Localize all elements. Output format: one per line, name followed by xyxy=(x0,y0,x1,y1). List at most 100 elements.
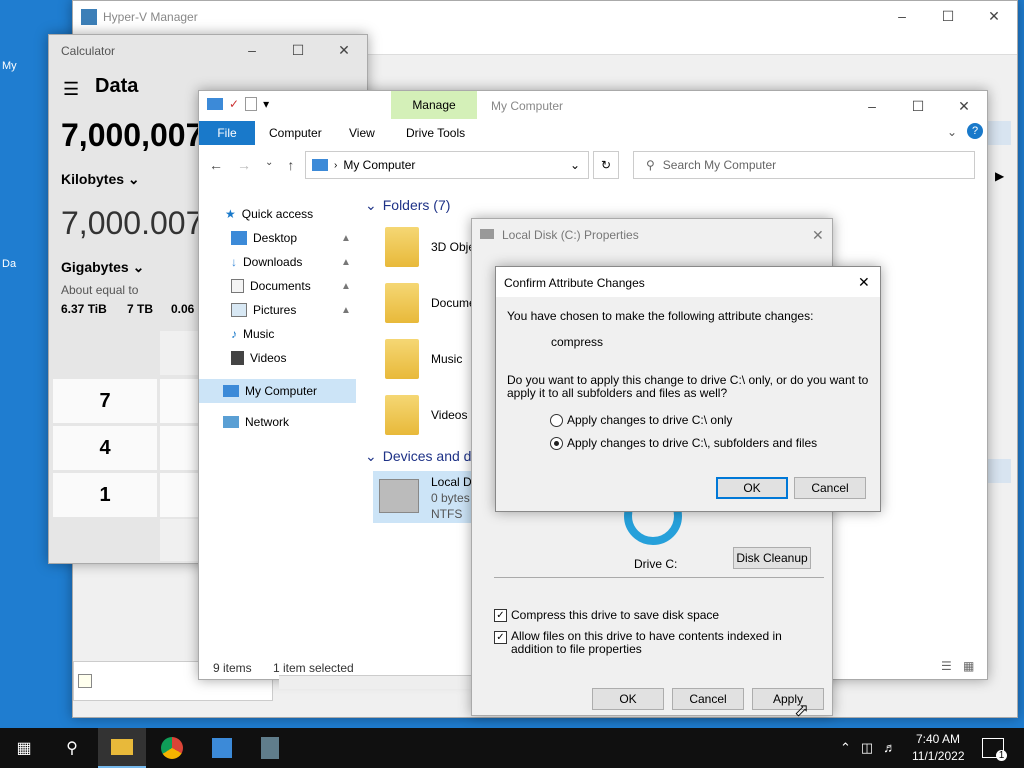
network-icon[interactable]: ◫ xyxy=(861,740,873,756)
compress-checkbox[interactable]: ✓ xyxy=(494,608,507,622)
pin-icon[interactable]: ▲ xyxy=(341,305,351,316)
help-icon[interactable]: ? xyxy=(967,123,983,139)
keypad-key[interactable] xyxy=(160,331,200,375)
keypad-key[interactable] xyxy=(160,519,200,561)
compress-checkbox-row[interactable]: ✓ Compress this drive to save disk space xyxy=(494,608,719,622)
network-icon xyxy=(223,416,239,428)
minimize-icon[interactable]: – xyxy=(229,35,275,65)
folders-group-header[interactable]: ⌄ Folders (7) xyxy=(365,197,450,214)
pin-icon[interactable]: ▲ xyxy=(341,257,351,268)
address-bar[interactable]: › My Computer ⌄ xyxy=(305,151,589,179)
search-button[interactable]: ⚲ xyxy=(48,728,96,768)
folder-item[interactable]: Music xyxy=(385,339,462,379)
keypad-key[interactable] xyxy=(160,473,200,517)
tab-view[interactable]: View xyxy=(349,126,375,140)
folder-item[interactable]: Videos xyxy=(385,395,467,435)
close-icon[interactable]: ✕ xyxy=(321,35,367,65)
close-icon[interactable]: ✕ xyxy=(812,227,824,244)
to-unit-dropdown[interactable]: Gigabytes ⌄ xyxy=(61,259,144,276)
index-checkbox[interactable]: ✓ xyxy=(494,631,507,644)
drive-item[interactable]: Local Di 0 bytes f NTFS xyxy=(373,471,483,523)
chevron-down-icon[interactable]: ▾ xyxy=(263,97,269,111)
index-checkbox-row[interactable]: ✓ Allow files on this drive to have cont… xyxy=(494,630,814,656)
taskbar-calculator[interactable] xyxy=(246,728,294,768)
maximize-icon[interactable]: ☐ xyxy=(895,91,941,121)
close-icon[interactable]: ✕ xyxy=(971,1,1017,31)
keypad-key[interactable]: 1 xyxy=(53,473,157,517)
scroll-up-icon[interactable] xyxy=(985,121,1011,145)
cancel-button[interactable]: Cancel xyxy=(672,688,744,710)
pin-icon[interactable]: ▲ xyxy=(341,233,351,244)
tab-drive-tools[interactable]: Drive Tools xyxy=(406,126,465,140)
chevron-up-icon[interactable]: ⌃ xyxy=(840,740,851,756)
minimize-icon[interactable]: – xyxy=(849,91,895,121)
chevron-down-icon[interactable]: ⌄ xyxy=(570,158,580,172)
keypad-key[interactable] xyxy=(160,379,200,423)
action-center-button[interactable]: 1 xyxy=(982,738,1007,761)
radio-subfolders[interactable] xyxy=(550,436,563,450)
scroll-right-icon[interactable]: ▶ xyxy=(995,169,1004,183)
scroll-up-icon[interactable] xyxy=(985,459,1011,483)
forward-arrow-icon[interactable]: → xyxy=(237,157,251,173)
sidebar-item-my-computer[interactable]: My Computer xyxy=(199,379,356,403)
confirm-ok-button[interactable]: OK xyxy=(716,477,788,499)
sidebar-item-pictures[interactable]: Pictures xyxy=(231,303,296,317)
search-input[interactable]: ⚲ Search My Computer xyxy=(633,151,975,179)
from-value[interactable]: 7,000,007 xyxy=(61,117,203,154)
close-icon[interactable]: ✕ xyxy=(858,274,870,291)
ok-button[interactable]: OK xyxy=(592,688,664,710)
keypad-key[interactable] xyxy=(160,426,200,470)
keypad-key[interactable]: 4 xyxy=(53,426,157,470)
large-icons-view-icon[interactable]: ▦ xyxy=(963,659,974,673)
option-subfolders[interactable]: Apply changes to drive C:\, subfolders a… xyxy=(550,436,817,450)
option-drive-only[interactable]: Apply changes to drive C:\ only xyxy=(550,413,732,427)
calculator-title: Calculator xyxy=(61,44,116,58)
refresh-button[interactable]: ↻ xyxy=(593,151,619,179)
minimize-icon[interactable]: – xyxy=(879,1,925,31)
details-view-icon[interactable]: ☰ xyxy=(941,659,952,673)
clock-date[interactable]: 11/1/2022 xyxy=(912,749,965,763)
hamburger-menu-icon[interactable]: ☰ xyxy=(63,79,79,100)
drive-label: Drive C: xyxy=(634,557,678,571)
desktop-icon-label[interactable]: My xyxy=(2,60,17,72)
close-icon[interactable]: ✕ xyxy=(941,91,987,121)
taskbar-chrome[interactable] xyxy=(148,728,196,768)
properties-icon[interactable]: ✓ xyxy=(229,97,239,111)
maximize-icon[interactable]: ☐ xyxy=(925,1,971,31)
desktop-icon-label[interactable]: Da xyxy=(2,258,16,270)
status-items-count: 9 items xyxy=(213,661,252,675)
volume-icon[interactable]: ♬ xyxy=(883,740,896,756)
pin-icon[interactable]: ▲ xyxy=(341,281,351,292)
folder-item[interactable]: Docume xyxy=(385,283,476,323)
sidebar-item-downloads[interactable]: ↓ Downloads xyxy=(231,255,302,269)
sidebar-item-music[interactable]: ♪ Music xyxy=(231,327,274,341)
sidebar-item-videos[interactable]: Videos xyxy=(231,351,286,365)
chevron-down-icon[interactable]: ⌄ xyxy=(947,125,957,139)
sidebar-item-network[interactable]: Network xyxy=(223,415,289,429)
sidebar-item-documents[interactable]: Documents xyxy=(231,279,311,293)
up-arrow-icon[interactable]: ↑ xyxy=(287,157,294,173)
folder-item[interactable]: 3D Obje xyxy=(385,227,475,267)
back-arrow-icon[interactable]: ← xyxy=(209,157,223,173)
tab-computer[interactable]: Computer xyxy=(269,126,322,140)
sidebar-item-desktop[interactable]: Desktop xyxy=(231,231,297,245)
confirm-cancel-button[interactable]: Cancel xyxy=(794,477,866,499)
horizontal-scrollbar[interactable] xyxy=(279,675,473,689)
taskbar-file-explorer[interactable] xyxy=(98,728,146,768)
apply-button[interactable]: Apply xyxy=(752,688,824,710)
taskbar-hyperv[interactable] xyxy=(198,728,246,768)
clock-time[interactable]: 7:40 AM xyxy=(916,732,960,746)
from-unit-dropdown[interactable]: Kilobytes ⌄ xyxy=(61,171,140,188)
maximize-icon[interactable]: ☐ xyxy=(275,35,321,65)
devices-group-header[interactable]: ⌄ Devices and d xyxy=(365,448,471,465)
sidebar-item-quick-access[interactable]: ★ Quick access xyxy=(225,207,313,221)
disk-cleanup-button[interactable]: Disk Cleanup xyxy=(733,547,811,569)
radio-drive-only[interactable] xyxy=(550,413,563,427)
keypad-key[interactable]: 7 xyxy=(53,379,157,423)
start-button[interactable]: ▦ xyxy=(0,728,48,768)
new-folder-icon[interactable] xyxy=(245,97,258,111)
chevron-down-icon[interactable]: ⌄ xyxy=(265,157,273,173)
manage-context-tab[interactable]: Manage xyxy=(391,91,477,119)
tab-file[interactable]: File xyxy=(199,121,255,145)
folder-videos-icon xyxy=(385,395,419,435)
